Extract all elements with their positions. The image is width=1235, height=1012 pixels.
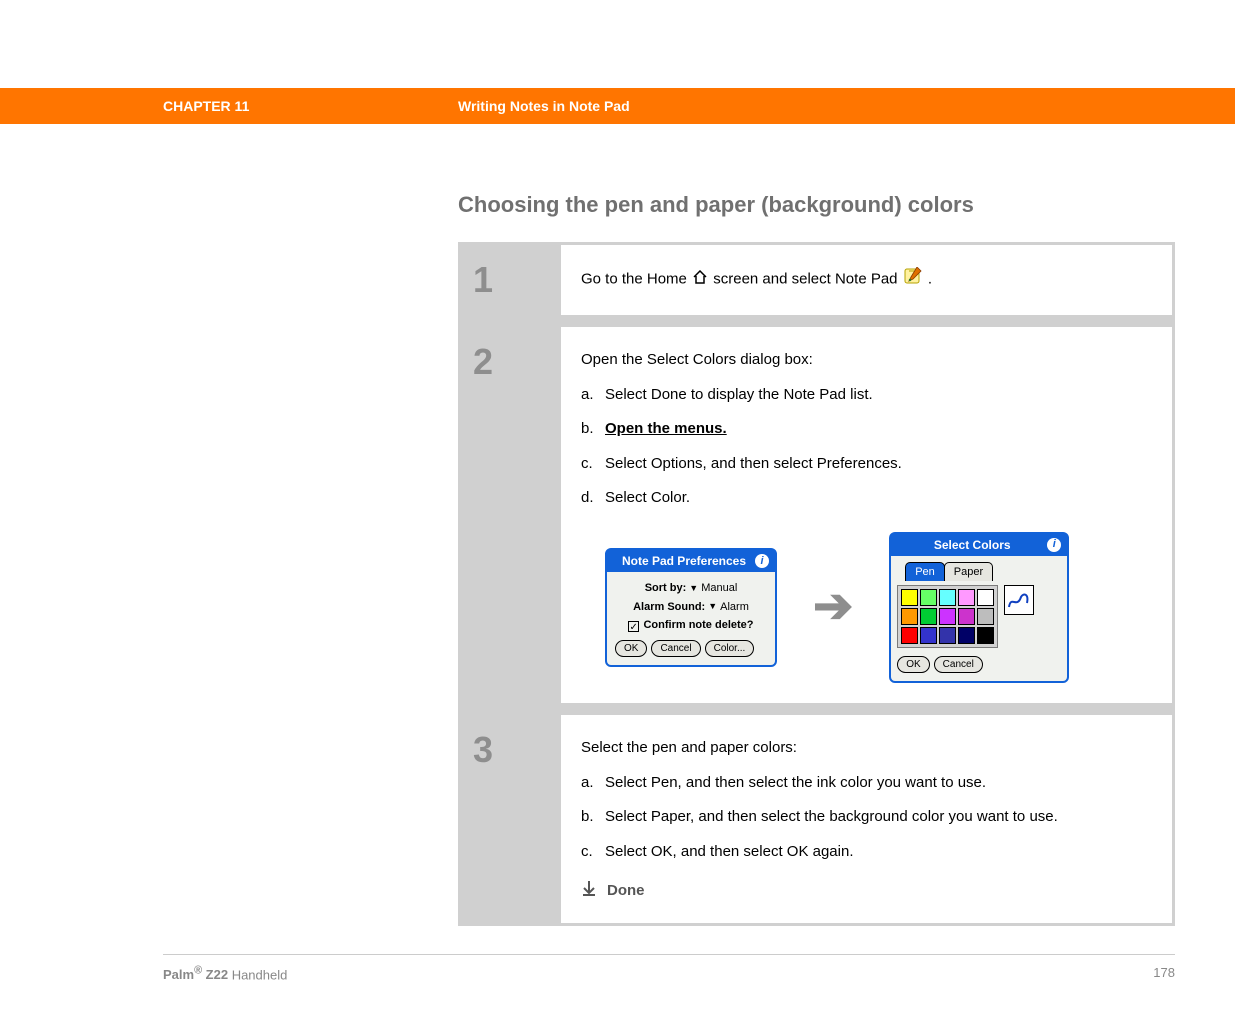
color-swatch-grid — [897, 585, 998, 648]
color-swatch — [920, 608, 937, 625]
step-intro: Open the Select Colors dialog box: — [581, 349, 1152, 372]
text: Go to the Home — [581, 271, 691, 288]
dialog-titlebar: Select Colors i — [891, 534, 1067, 556]
page-footer: Palm® Z22 Handheld 178 — [163, 954, 1175, 1012]
color-swatch — [977, 608, 994, 625]
done-arrow-icon — [581, 880, 597, 904]
substep-text: Select Paper, and then select the backgr… — [605, 806, 1152, 829]
steps-container: 1 Go to the Home screen and select Note … — [458, 242, 1175, 926]
done-row: Done — [581, 879, 1152, 903]
arrow-right-icon: ➔ — [813, 571, 853, 643]
dialog-body: Pen Paper — [891, 556, 1067, 682]
substep-a: a. Select Pen, and then select the ink c… — [581, 772, 1152, 795]
substep-text: Select Options, and then select Preferen… — [605, 453, 1152, 476]
substeps: a. Select Pen, and then select the ink c… — [581, 772, 1152, 864]
ok-button: OK — [615, 640, 647, 657]
text: . — [928, 271, 932, 288]
dialog-title: Select Colors — [897, 536, 1047, 554]
step-body: Go to the Home screen and select Note Pa… — [561, 245, 1172, 315]
dialog-body: Sort by: ▼ Manual Alarm Sound: ▼ Alarm — [607, 572, 775, 665]
substep-c: c. Select Options, and then select Prefe… — [581, 453, 1152, 476]
preferences-dialog: Note Pad Preferences i Sort by: ▼ Manual… — [605, 548, 777, 667]
step-intro: Select the pen and paper colors: — [581, 737, 1152, 760]
alarm-label: Alarm Sound: — [633, 599, 705, 616]
step-2: 2 Open the Select Colors dialog box: a. … — [461, 327, 1172, 703]
color-swatch — [939, 627, 956, 644]
diagrams-row: Note Pad Preferences i Sort by: ▼ Manual… — [605, 532, 1152, 684]
substeps: a. Select Done to display the Note Pad l… — [581, 384, 1152, 510]
checkbox-icon — [628, 621, 639, 632]
dialog-title: Note Pad Preferences — [613, 552, 755, 570]
notepad-app-icon — [903, 267, 923, 293]
chapter-header-bar: CHAPTER 11 Writing Notes in Note Pad — [0, 88, 1235, 124]
cancel-button: Cancel — [651, 640, 700, 657]
substep-letter: a. — [581, 384, 605, 407]
substep-text: Select Done to display the Note Pad list… — [605, 384, 1152, 407]
cancel-button: Cancel — [934, 656, 983, 673]
done-label: Done — [607, 880, 645, 903]
chapter-label: CHAPTER 11 — [163, 98, 458, 114]
substep-b: b. Open the menus. — [581, 418, 1152, 441]
step-number: 3 — [461, 715, 561, 923]
substep-letter: b. — [581, 806, 605, 829]
color-swatch — [958, 627, 975, 644]
color-swatch — [977, 627, 994, 644]
color-swatch — [958, 608, 975, 625]
confirm-delete-label: Confirm note delete? — [643, 617, 753, 634]
dialog-buttons: OK Cancel Color... — [615, 640, 767, 657]
substep-b: b. Select Paper, and then select the bac… — [581, 806, 1152, 829]
color-swatch — [977, 589, 994, 606]
dialog-buttons: OK Cancel — [897, 656, 1061, 673]
substep-letter: b. — [581, 418, 605, 441]
substep-c: c. Select OK, and then select OK again. — [581, 841, 1152, 864]
color-swatch — [939, 608, 956, 625]
page-body: Choosing the pen and paper (background) … — [0, 124, 1235, 926]
page-number: 178 — [1153, 965, 1175, 982]
color-button: Color... — [705, 640, 755, 657]
alarm-value: Alarm — [720, 599, 749, 616]
tab-pen: Pen — [905, 562, 945, 582]
sortby-label: Sort by: — [645, 580, 687, 597]
color-swatch — [920, 627, 937, 644]
tab-paper: Paper — [944, 562, 993, 582]
substep-text: Select OK, and then select OK again. — [605, 841, 1152, 864]
substep-text: Select Color. — [605, 487, 1152, 510]
tabs: Pen Paper — [905, 562, 1061, 582]
color-swatch — [901, 589, 918, 606]
select-colors-dialog: Select Colors i Pen Paper — [889, 532, 1069, 684]
step-body: Select the pen and paper colors: a. Sele… — [561, 715, 1172, 923]
color-swatch — [958, 589, 975, 606]
substep-letter: c. — [581, 841, 605, 864]
color-swatch — [939, 589, 956, 606]
dropdown-icon: ▼ — [708, 600, 717, 614]
dropdown-icon: ▼ — [689, 582, 698, 596]
home-icon — [692, 269, 708, 292]
ok-button: OK — [897, 656, 929, 673]
text: screen and select Note Pad — [713, 271, 901, 288]
color-swatch — [920, 589, 937, 606]
substep-letter: c. — [581, 453, 605, 476]
step-3: 3 Select the pen and paper colors: a. Se… — [461, 715, 1172, 923]
pen-preview — [1004, 585, 1034, 615]
substep-text: Select Pen, and then select the ink colo… — [605, 772, 1152, 795]
footer-brand: Palm® Z22 Handheld — [163, 965, 1153, 982]
dialog-titlebar: Note Pad Preferences i — [607, 550, 775, 572]
color-swatch — [901, 608, 918, 625]
color-swatch — [901, 627, 918, 644]
step-body: Open the Select Colors dialog box: a. Se… — [561, 327, 1172, 703]
substep-letter: d. — [581, 487, 605, 510]
substep-letter: a. — [581, 772, 605, 795]
substep-d: d. Select Color. — [581, 487, 1152, 510]
info-icon: i — [755, 554, 769, 568]
section-label: Writing Notes in Note Pad — [458, 98, 630, 114]
step-number: 1 — [461, 245, 561, 315]
page-title: Choosing the pen and paper (background) … — [458, 192, 1175, 218]
step-1: 1 Go to the Home screen and select Note … — [461, 245, 1172, 315]
open-menus-link[interactable]: Open the menus. — [605, 420, 727, 437]
step-number: 2 — [461, 327, 561, 703]
sortby-value: Manual — [701, 580, 737, 597]
substep-a: a. Select Done to display the Note Pad l… — [581, 384, 1152, 407]
info-icon: i — [1047, 538, 1061, 552]
